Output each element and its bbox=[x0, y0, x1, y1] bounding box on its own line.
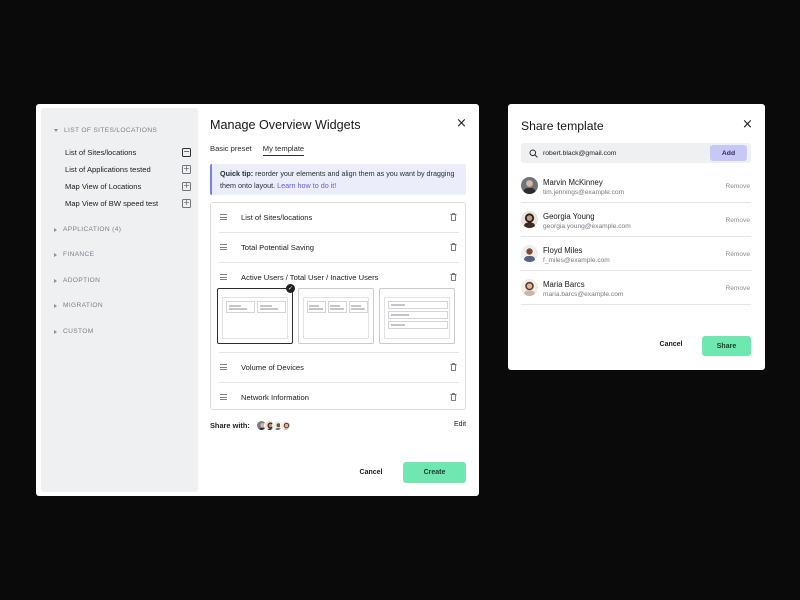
remove-member-link[interactable]: Remove bbox=[725, 183, 750, 190]
trash-icon[interactable] bbox=[450, 213, 457, 221]
layout-option-stacked-rows[interactable] bbox=[379, 288, 455, 344]
plus-icon[interactable]: + bbox=[182, 164, 191, 174]
learn-how-link[interactable]: Learn how to do it! bbox=[277, 181, 336, 190]
caret-down-icon bbox=[54, 129, 58, 132]
check-icon: ✓ bbox=[286, 284, 295, 293]
tab-basic-preset[interactable]: Basic preset bbox=[210, 144, 252, 156]
remove-member-link[interactable]: Remove bbox=[725, 251, 750, 258]
remove-member-link[interactable]: Remove bbox=[725, 217, 750, 224]
close-icon[interactable]: × bbox=[742, 118, 753, 131]
preset-tabs: Basic preset My template bbox=[210, 144, 305, 156]
widget-row[interactable]: List of Sites/locations bbox=[211, 203, 465, 231]
share-button[interactable]: Share bbox=[702, 336, 751, 356]
cancel-button[interactable]: Cancel bbox=[354, 465, 388, 479]
drag-handle-icon[interactable] bbox=[220, 273, 227, 282]
widget-list: List of Sites/locations Total Potential … bbox=[210, 202, 466, 410]
sidebar-section-migration[interactable]: MIGRATION bbox=[54, 302, 103, 309]
add-button[interactable]: Add bbox=[710, 145, 747, 161]
remove-member-link[interactable]: Remove bbox=[725, 285, 750, 292]
sidebar-section-custom[interactable]: CUSTOM bbox=[54, 328, 94, 335]
caret-right-icon bbox=[54, 303, 57, 308]
sidebar-item-applications-tested[interactable]: List of Applications tested + bbox=[65, 162, 191, 176]
create-button[interactable]: Create bbox=[403, 462, 466, 483]
plus-icon[interactable]: + bbox=[182, 181, 191, 191]
widget-row[interactable]: Total Potential Saving bbox=[211, 233, 465, 261]
avatar bbox=[521, 211, 538, 228]
drag-handle-icon[interactable] bbox=[220, 363, 227, 372]
divider bbox=[521, 304, 751, 305]
widget-row[interactable]: Network Information bbox=[211, 383, 465, 411]
shared-avatars[interactable] bbox=[255, 420, 291, 431]
avatar bbox=[521, 245, 538, 262]
caret-right-icon bbox=[54, 329, 57, 334]
quick-tip-banner: Quick tip: reorder your elements and ali… bbox=[210, 164, 466, 195]
sidebar-section-sites[interactable]: LIST OF SITES/LOCATIONS bbox=[54, 127, 157, 134]
layout-option-two-column[interactable] bbox=[217, 288, 293, 344]
caret-right-icon bbox=[54, 278, 57, 283]
sidebar-item-map-bw-speed[interactable]: Map View of BW speed test + bbox=[65, 196, 191, 210]
modal-title: Share template bbox=[521, 119, 604, 133]
drag-handle-icon[interactable] bbox=[220, 243, 227, 252]
sidebar-item-map-locations[interactable]: Map View of Locations + bbox=[65, 179, 191, 193]
share-email-input[interactable]: robert.black@gmail.com Add bbox=[521, 143, 751, 163]
list-item: Marvin McKinney tim.jennings@example.com… bbox=[521, 168, 751, 202]
minus-icon[interactable]: − bbox=[182, 147, 191, 157]
avatar bbox=[279, 420, 291, 431]
list-item: Georgia Young georgia.young@example.com … bbox=[521, 202, 751, 236]
trash-icon[interactable] bbox=[450, 363, 457, 371]
sidebar-item-sites-list[interactable]: List of Sites/locations − bbox=[65, 145, 191, 159]
tab-my-template[interactable]: My template bbox=[262, 144, 305, 156]
widget-row-expanded[interactable]: Active Users / Total User / Inactive Use… bbox=[211, 263, 465, 291]
layout-option-three-column[interactable] bbox=[298, 288, 374, 344]
share-with-row: Share with: bbox=[210, 420, 291, 431]
trash-icon[interactable] bbox=[450, 393, 457, 401]
avatar bbox=[521, 177, 538, 194]
list-item: Maria Barcs maria.barcs@example.com Remo… bbox=[521, 270, 751, 304]
caret-right-icon bbox=[54, 227, 57, 232]
manage-widgets-modal: LIST OF SITES/LOCATIONS List of Sites/lo… bbox=[36, 104, 479, 496]
avatar bbox=[521, 279, 538, 296]
sidebar-section-adoption[interactable]: ADOPTION bbox=[54, 277, 100, 284]
modal-title: Manage Overview Widgets bbox=[210, 118, 361, 132]
trash-icon[interactable] bbox=[450, 243, 457, 251]
sidebar-section-finance[interactable]: FINANCE bbox=[54, 251, 94, 258]
search-icon bbox=[529, 149, 538, 158]
widget-sidebar: LIST OF SITES/LOCATIONS List of Sites/lo… bbox=[41, 108, 198, 492]
sidebar-section-application[interactable]: APPLICATION (4) bbox=[54, 226, 121, 233]
close-icon[interactable]: × bbox=[456, 117, 467, 130]
edit-share-link[interactable]: Edit bbox=[454, 421, 466, 428]
cancel-button[interactable]: Cancel bbox=[656, 341, 686, 348]
caret-right-icon bbox=[54, 252, 57, 257]
widget-row[interactable]: Volume of Devices bbox=[211, 353, 465, 381]
drag-handle-icon[interactable] bbox=[220, 213, 227, 222]
share-email-value[interactable]: robert.black@gmail.com bbox=[543, 150, 616, 157]
plus-icon[interactable]: + bbox=[182, 198, 191, 208]
list-item: Floyd Miles f_miles@example.com Remove bbox=[521, 236, 751, 270]
drag-handle-icon[interactable] bbox=[220, 393, 227, 402]
share-template-modal: Share template × robert.black@gmail.com … bbox=[508, 104, 765, 370]
trash-icon[interactable] bbox=[450, 273, 457, 281]
